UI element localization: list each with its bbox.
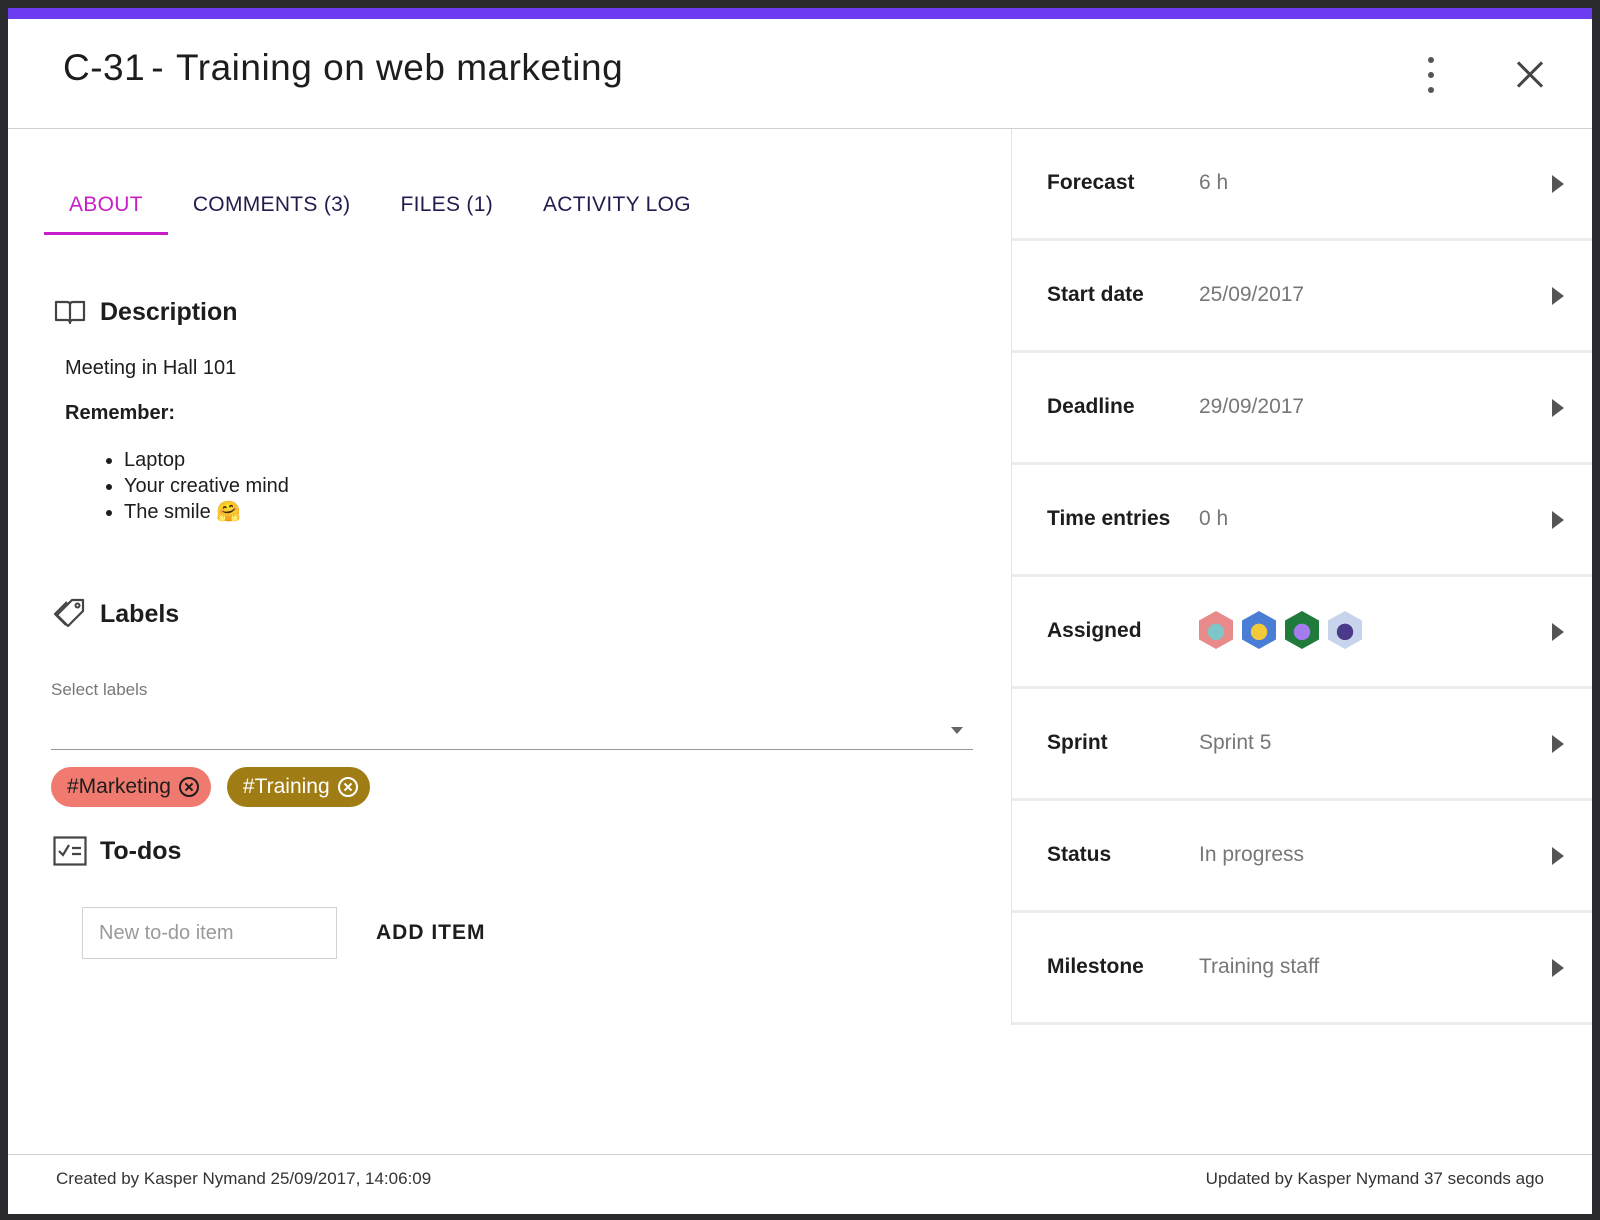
tab-files[interactable]: FILES (1)	[375, 175, 518, 235]
arrow-right-icon	[1552, 175, 1564, 193]
description-heading: Description	[53, 295, 238, 329]
todos-label: To-dos	[100, 836, 182, 865]
arrow-right-icon	[1552, 623, 1564, 641]
updated-info: Updated by Kasper Nymand 37 seconds ago	[1205, 1169, 1544, 1188]
chevron-down-icon	[951, 727, 963, 734]
arrow-right-icon	[1552, 287, 1564, 305]
field-assigned[interactable]: Assigned	[1012, 577, 1592, 689]
details-panel: Forecast 6 h Start date 25/09/2017 Deadl…	[1011, 129, 1592, 1025]
labels-label: Labels	[100, 599, 180, 628]
arrow-right-icon	[1552, 399, 1564, 417]
assignee-avatars	[1199, 611, 1362, 649]
field-key: Assigned	[1047, 619, 1142, 642]
label-chip-training: #Training	[226, 767, 370, 807]
description-list: Laptop Your creative mind The smile 🤗	[124, 447, 945, 525]
field-value: 29/09/2017	[1199, 395, 1305, 418]
field-value: 0 h	[1199, 507, 1229, 530]
tag-icon	[53, 597, 87, 631]
labels-heading: Labels	[53, 597, 179, 631]
task-modal: C-31- Training on web marketing ABOUT COM…	[8, 8, 1592, 1214]
book-icon	[53, 295, 87, 329]
label-chips: #Marketing #Training	[51, 767, 370, 807]
list-item: The smile 🤗	[124, 499, 945, 525]
tab-bar: ABOUT COMMENTS (3) FILES (1) ACTIVITY LO…	[44, 175, 716, 235]
field-key: Milestone	[1047, 955, 1144, 978]
select-labels-caption: Select labels	[51, 680, 148, 699]
field-value: Sprint 5	[1199, 731, 1272, 754]
task-title: Training on web marketing	[176, 47, 624, 88]
field-start-date[interactable]: Start date 25/09/2017	[1012, 241, 1592, 353]
avatar[interactable]	[1199, 611, 1233, 649]
new-todo-input[interactable]	[82, 907, 337, 959]
task-id: C-31	[63, 47, 146, 88]
label-chip-marketing: #Marketing	[51, 767, 211, 807]
checklist-icon	[53, 834, 87, 868]
field-status[interactable]: Status In progress	[1012, 801, 1592, 913]
arrow-right-icon	[1552, 959, 1564, 977]
arrow-right-icon	[1552, 847, 1564, 865]
field-key: Deadline	[1047, 395, 1135, 418]
modal-footer: Created by Kasper Nymand 25/09/2017, 14:…	[8, 1154, 1592, 1214]
arrow-right-icon	[1552, 735, 1564, 753]
field-sprint[interactable]: Sprint Sprint 5	[1012, 689, 1592, 801]
about-panel: ABOUT COMMENTS (3) FILES (1) ACTIVITY LO…	[8, 129, 1010, 1154]
tab-comments[interactable]: COMMENTS (3)	[168, 175, 376, 235]
list-item: Laptop	[124, 447, 945, 473]
field-value: 6 h	[1199, 171, 1229, 194]
remove-icon[interactable]	[178, 777, 199, 797]
avatar[interactable]	[1285, 611, 1319, 649]
avatar[interactable]	[1328, 611, 1362, 649]
field-value: Training staff	[1199, 955, 1320, 978]
description-label: Description	[100, 297, 238, 326]
close-icon[interactable]	[1511, 55, 1551, 95]
chip-text: #Marketing	[67, 775, 171, 798]
field-value: In progress	[1199, 843, 1305, 866]
field-key: Status	[1047, 843, 1112, 866]
field-milestone[interactable]: Milestone Training staff	[1012, 913, 1592, 1025]
labels-select[interactable]	[51, 709, 973, 750]
field-key: Forecast	[1047, 171, 1135, 194]
field-forecast[interactable]: Forecast 6 h	[1012, 129, 1592, 241]
modal-header: C-31- Training on web marketing	[8, 19, 1592, 129]
more-options-icon[interactable]	[1423, 57, 1439, 93]
field-key: Time entries	[1047, 507, 1171, 530]
tab-about[interactable]: ABOUT	[44, 175, 168, 235]
field-deadline[interactable]: Deadline 29/09/2017	[1012, 353, 1592, 465]
todos-heading: To-dos	[53, 834, 181, 868]
tab-activity-log[interactable]: ACTIVITY LOG	[518, 175, 716, 235]
field-key: Start date	[1047, 283, 1144, 306]
field-time-entries[interactable]: Time entries 0 h	[1012, 465, 1592, 577]
title-separator: -	[151, 47, 165, 88]
remove-icon[interactable]	[337, 777, 358, 797]
add-item-button[interactable]: ADD ITEM	[360, 907, 502, 959]
created-info: Created by Kasper Nymand 25/09/2017, 14:…	[56, 1169, 432, 1188]
page-title: C-31- Training on web marketing	[63, 47, 623, 89]
chip-text: #Training	[242, 775, 330, 798]
list-item: Your creative mind	[124, 473, 945, 499]
description-body: Meeting in Hall 101 Remember: Laptop You…	[65, 357, 945, 525]
field-value: 25/09/2017	[1199, 283, 1305, 306]
arrow-right-icon	[1552, 511, 1564, 529]
description-line: Meeting in Hall 101	[65, 357, 237, 379]
avatar[interactable]	[1242, 611, 1276, 649]
description-subheading: Remember:	[65, 402, 176, 424]
field-key: Sprint	[1047, 731, 1108, 754]
